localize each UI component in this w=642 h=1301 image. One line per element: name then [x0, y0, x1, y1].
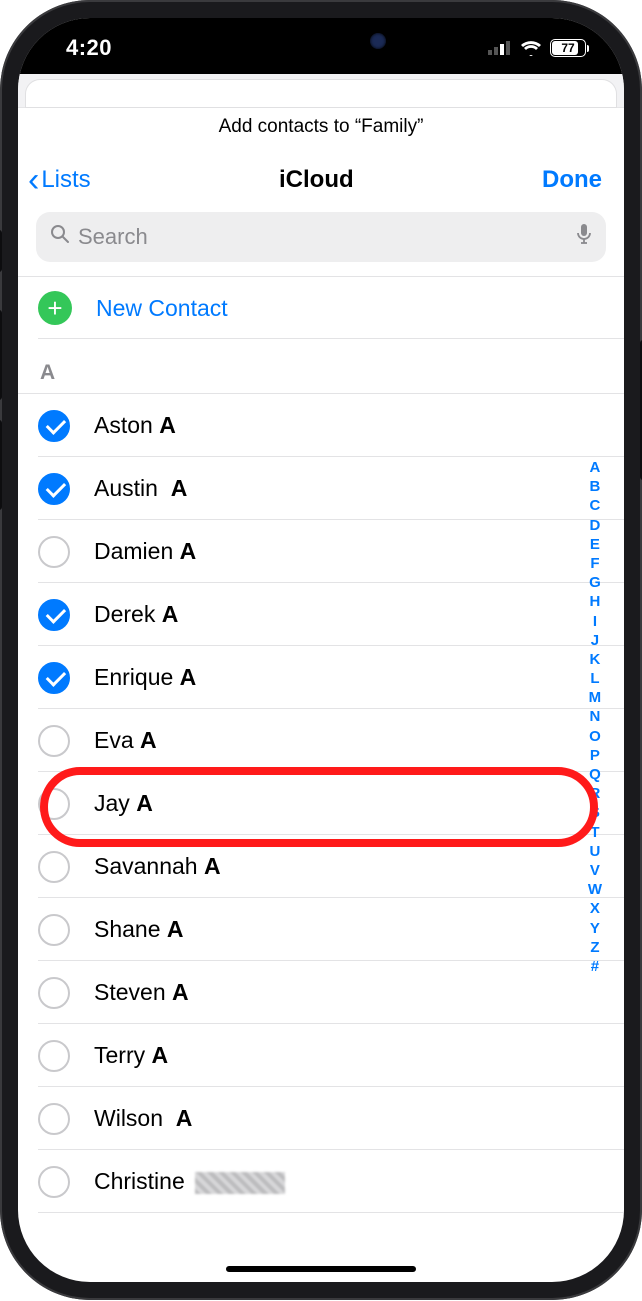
contact-row[interactable]: Shane A: [18, 898, 624, 961]
index-letter[interactable]: J: [591, 631, 599, 650]
checkmark-empty-icon[interactable]: [38, 725, 70, 757]
index-letter[interactable]: O: [589, 727, 601, 746]
index-letter[interactable]: B: [589, 477, 600, 496]
checkmark-selected-icon[interactable]: [38, 662, 70, 694]
index-letter[interactable]: T: [590, 823, 599, 842]
contact-row[interactable]: Savannah A: [18, 835, 624, 898]
home-indicator[interactable]: [226, 1266, 416, 1272]
contact-row[interactable]: Damien A: [18, 520, 624, 583]
index-letter[interactable]: D: [589, 516, 600, 535]
dynamic-island: [236, 20, 406, 62]
contact-row[interactable]: Derek A: [18, 583, 624, 646]
sheet-background-card: [18, 74, 624, 108]
contact-row[interactable]: Aston A: [18, 394, 624, 457]
device-frame: 4:20 77 Add co: [0, 0, 642, 1300]
contact-name-label: Aston A: [94, 412, 176, 439]
index-letter[interactable]: R: [589, 784, 600, 803]
chevron-left-icon: ‹: [28, 170, 39, 190]
contacts-list: + New Contact A Aston A Austin A Damien A D…: [18, 276, 624, 1213]
index-letter[interactable]: F: [590, 554, 599, 573]
cellular-icon: [488, 40, 512, 56]
index-letter[interactable]: L: [590, 669, 599, 688]
index-letter[interactable]: G: [589, 573, 601, 592]
checkmark-selected-icon[interactable]: [38, 410, 70, 442]
checkmark-selected-icon[interactable]: [38, 473, 70, 505]
checkmark-selected-icon[interactable]: [38, 599, 70, 631]
contact-name-label: Jay A: [94, 790, 153, 817]
contact-name-label: Steven A: [94, 979, 189, 1006]
done-button[interactable]: Done: [542, 166, 602, 194]
index-letter[interactable]: Z: [590, 938, 599, 957]
index-letter[interactable]: U: [589, 842, 600, 861]
checkmark-empty-icon[interactable]: [38, 851, 70, 883]
battery-percent: 77: [561, 41, 574, 55]
contact-name-label: Wilson A: [94, 1105, 192, 1132]
index-letter[interactable]: W: [588, 880, 602, 899]
sheet-title: Add contacts to “Family”: [18, 108, 624, 160]
checkmark-empty-icon[interactable]: [38, 1103, 70, 1135]
index-letter[interactable]: K: [589, 650, 600, 669]
dictate-icon[interactable]: [576, 223, 592, 251]
index-letter[interactable]: P: [590, 746, 600, 765]
back-button[interactable]: ‹ Lists: [28, 166, 91, 194]
search-placeholder: Search: [78, 224, 568, 250]
checkmark-empty-icon[interactable]: [38, 977, 70, 1009]
index-letter[interactable]: M: [589, 688, 602, 707]
obscured-text: [195, 1172, 285, 1194]
checkmark-empty-icon[interactable]: [38, 788, 70, 820]
side-button-silence: [0, 230, 2, 272]
contact-name-label: Derek A: [94, 601, 178, 628]
index-letter[interactable]: Y: [590, 919, 600, 938]
index-letter[interactable]: X: [590, 899, 600, 918]
contact-name-label: Shane A: [94, 916, 184, 943]
checkmark-empty-icon[interactable]: [38, 914, 70, 946]
index-letter[interactable]: E: [590, 535, 600, 554]
index-letter[interactable]: #: [591, 957, 599, 976]
search-icon: [50, 224, 70, 250]
contact-row[interactable]: Steven A: [18, 961, 624, 1024]
index-letter[interactable]: V: [590, 861, 600, 880]
contact-name-label: Savannah A: [94, 853, 221, 880]
camera-dot: [370, 33, 386, 49]
contact-name-label: Austin A: [94, 475, 187, 502]
index-letter[interactable]: A: [589, 458, 600, 477]
contact-row[interactable]: Enrique A: [18, 646, 624, 709]
contact-row[interactable]: Christine: [18, 1150, 624, 1213]
side-button-volume-up: [0, 310, 2, 400]
index-letter[interactable]: N: [589, 707, 600, 726]
contact-name-label: Eva A: [94, 727, 157, 754]
contact-row[interactable]: Austin A: [18, 457, 624, 520]
contact-name-label: Christine: [94, 1168, 285, 1195]
navigation-bar: ‹ Lists iCloud Done: [18, 160, 624, 212]
checkmark-empty-icon[interactable]: [38, 1166, 70, 1198]
contact-name-label: Damien A: [94, 538, 196, 565]
back-label: Lists: [41, 166, 90, 194]
alphabet-index[interactable]: ABCDEFGHIJKLMNOPQRSTUVWXYZ#: [588, 458, 602, 976]
contact-name-label: Terry A: [94, 1042, 168, 1069]
nav-title: iCloud: [279, 166, 354, 194]
contact-row[interactable]: Eva A: [18, 709, 624, 772]
contact-row[interactable]: Jay A: [18, 772, 624, 835]
new-contact-row[interactable]: + New Contact: [18, 276, 624, 339]
battery-indicator: 77: [550, 39, 586, 57]
side-button-volume-down: [0, 420, 2, 510]
wifi-icon: [520, 40, 542, 56]
index-letter[interactable]: S: [590, 803, 600, 822]
search-field[interactable]: Search: [36, 212, 606, 262]
plus-icon: +: [38, 291, 72, 325]
screen: 4:20 77 Add co: [18, 18, 624, 1282]
new-contact-label: New Contact: [94, 295, 228, 322]
checkmark-empty-icon[interactable]: [38, 1040, 70, 1072]
section-header: A: [18, 339, 624, 394]
index-letter[interactable]: Q: [589, 765, 601, 784]
contact-row[interactable]: Wilson A: [18, 1087, 624, 1150]
contact-name-label: Enrique A: [94, 664, 196, 691]
status-right: 77: [488, 39, 586, 57]
checkmark-empty-icon[interactable]: [38, 536, 70, 568]
status-time: 4:20: [66, 35, 112, 61]
contact-row[interactable]: Terry A: [18, 1024, 624, 1087]
index-letter[interactable]: C: [589, 496, 600, 515]
index-letter[interactable]: I: [593, 612, 597, 631]
index-letter[interactable]: H: [589, 592, 600, 611]
